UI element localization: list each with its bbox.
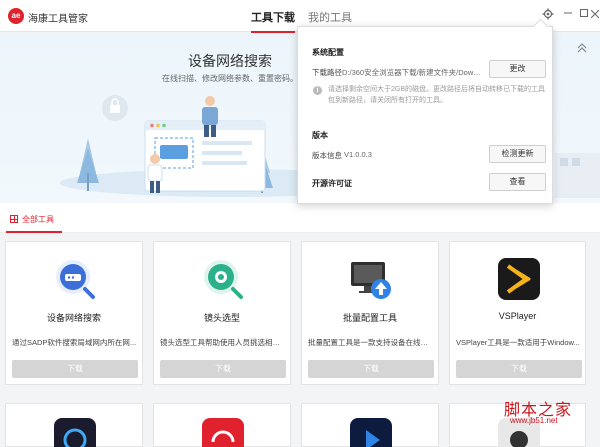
download-button[interactable]: 下载: [160, 360, 286, 378]
tool-desc: VSPlayer工具是一款适用于Window...: [456, 338, 580, 347]
tool-name: 镜头选型: [203, 313, 240, 323]
close-icon[interactable]: [590, 8, 600, 22]
app-icon: [350, 418, 392, 447]
version-heading: 版本: [312, 131, 328, 140]
change-path-button[interactable]: 更改: [489, 60, 546, 78]
tool-card-lens-select[interactable]: 镜头选型 镜头选型工具帮助使用人员挑选相机... 下载: [153, 241, 291, 385]
download-path-label: 下载路径: [312, 68, 342, 77]
all-tools-label: 全部工具: [22, 214, 54, 224]
version-value: V1.0.0.3: [344, 150, 372, 159]
download-button[interactable]: 下载: [308, 360, 434, 378]
chevron-up-icon[interactable]: [577, 43, 587, 53]
grid-icon: [10, 215, 18, 223]
batch-config-icon: [348, 256, 394, 302]
tool-desc: 批量配置工具是一款支持设备在线搜...: [308, 338, 434, 347]
maximize-icon[interactable]: [577, 8, 591, 22]
tool-name: 设备网络搜索: [46, 313, 101, 323]
tool-desc: 通过SADP软件搜索局域网内所在网...: [12, 338, 137, 347]
app-title: 海康工具管家: [28, 14, 88, 25]
tool-name: 批量配置工具: [342, 313, 397, 323]
minimize-icon[interactable]: [561, 8, 575, 22]
check-update-button[interactable]: 检测更新: [489, 145, 546, 163]
vsplayer-icon: [496, 256, 542, 302]
gear-icon[interactable]: [541, 8, 555, 22]
app-logo: ae: [8, 8, 24, 24]
download-button[interactable]: 下载: [12, 360, 138, 378]
path-note: 请选择剩余空间大于2GB的磁盘。更改路径后将自动转移已下载的工具包到新路径，请关…: [328, 86, 546, 104]
tool-card-vsplayer[interactable]: VSPlayer VSPlayer工具是一款适用于Window... 下载: [449, 241, 586, 385]
tool-name: VSPlayer: [498, 311, 537, 321]
version-label: 版本信息: [312, 151, 342, 160]
tool-card-batch-config[interactable]: 批量配置工具 批量配置工具是一款支持设备在线搜... 下载: [301, 241, 439, 385]
tool-card[interactable]: [153, 403, 291, 447]
download-path-value: D:/360安全浏览器下载/新建文件夹/Downl...: [342, 68, 484, 77]
app-icon: [202, 418, 244, 447]
download-button[interactable]: 下载: [456, 360, 582, 378]
tool-desc: 镜头选型工具帮助使用人员挑选相机...: [160, 338, 286, 347]
settings-popup: 系统配置 下载路径 D:/360安全浏览器下载/新建文件夹/Downl... 更…: [297, 26, 553, 204]
device-search-icon: [52, 256, 98, 302]
view-license-button[interactable]: 查看: [489, 173, 546, 191]
app-icon: [54, 418, 96, 447]
lens-select-icon: [200, 256, 246, 302]
tool-card[interactable]: [5, 403, 143, 447]
section-bar: 全部工具: [0, 203, 600, 233]
system-config-heading: 系统配置: [312, 48, 344, 57]
tab-all-tools[interactable]: 全部工具: [6, 207, 62, 233]
tool-card-device-search[interactable]: 设备网络搜索 通过SADP软件搜索局域网内所在网... 下载: [5, 241, 143, 385]
license-heading: 开源许可证: [312, 179, 352, 188]
tab-my-tools[interactable]: 我的工具: [308, 9, 352, 25]
tool-card[interactable]: [301, 403, 439, 447]
tab-tool-download[interactable]: 工具下载: [251, 9, 295, 33]
watermark-url: www.jb51.net: [510, 416, 558, 425]
info-icon: i: [313, 86, 322, 95]
